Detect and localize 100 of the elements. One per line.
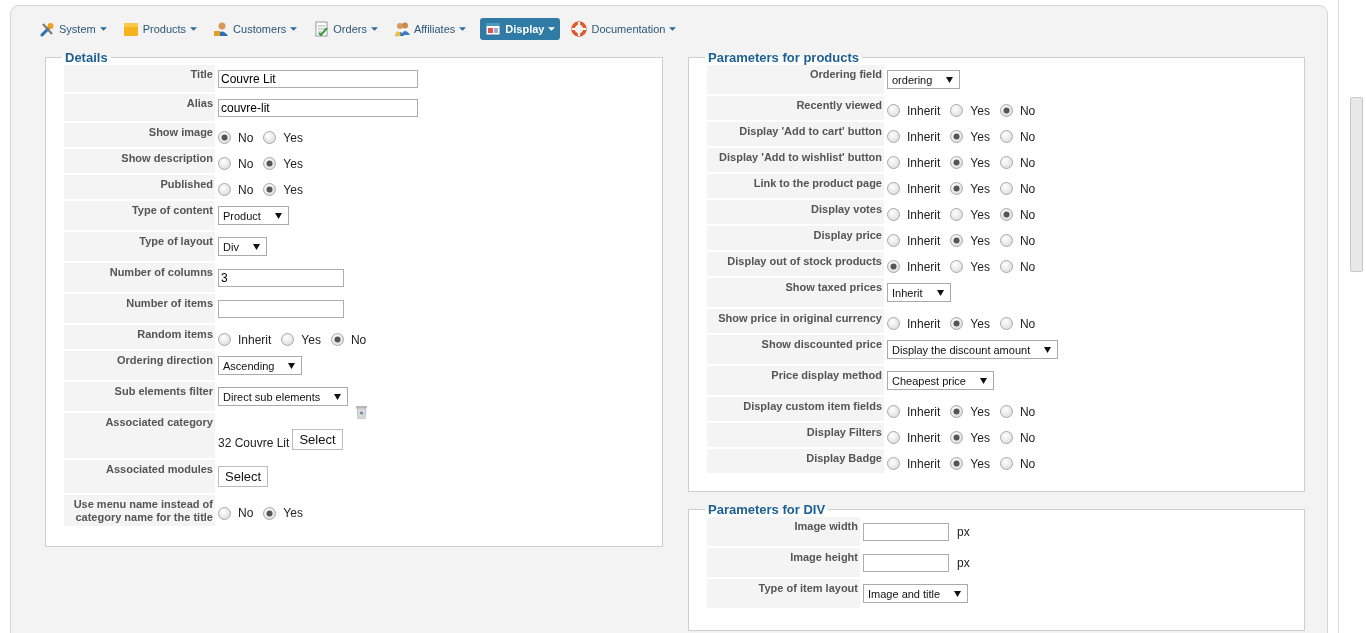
radio-button[interactable] — [999, 260, 1013, 273]
select-button[interactable]: Select — [292, 429, 343, 450]
field-label: Ordering direction — [116, 354, 213, 367]
radio-button[interactable] — [263, 157, 277, 170]
radio-button[interactable] — [950, 405, 964, 418]
option-label: Yes — [970, 233, 990, 248]
radio-button[interactable] — [218, 506, 231, 520]
field-label: Display votes — [810, 203, 882, 216]
document-icon — [313, 21, 330, 37]
radio-button[interactable] — [950, 317, 964, 330]
radio-button[interactable] — [887, 234, 900, 247]
wrench-icon — [39, 21, 55, 37]
select-button[interactable]: Select — [218, 466, 269, 487]
radio-button[interactable] — [218, 333, 231, 346]
option-label: No — [1019, 207, 1036, 222]
radio-button[interactable] — [950, 104, 964, 117]
radio-button[interactable] — [263, 183, 277, 196]
radio-button[interactable] — [263, 131, 277, 144]
radio-button[interactable] — [263, 506, 277, 520]
radio-button[interactable] — [887, 104, 900, 117]
dropdown[interactable]: Direct sub elements — [218, 387, 349, 406]
dropdown[interactable]: Cheapest price — [887, 371, 994, 390]
field-label: Display price — [812, 229, 882, 242]
radio-button[interactable] — [218, 131, 231, 144]
dropdown[interactable]: ordering — [887, 70, 961, 89]
caret-icon — [548, 27, 556, 31]
input-field[interactable]: 3 — [218, 268, 344, 287]
scrollbar[interactable] — [1338, 0, 1366, 633]
caret-icon — [190, 27, 198, 31]
radio-button[interactable] — [999, 182, 1013, 195]
radio-button[interactable] — [887, 182, 900, 195]
radio-button[interactable] — [887, 431, 900, 444]
dropdown[interactable]: Ascending — [218, 356, 303, 375]
radio-button[interactable] — [999, 104, 1013, 117]
menu-item[interactable]: Affiliates — [391, 18, 472, 40]
menu-item[interactable]: Documentation — [569, 18, 682, 40]
option-label: Inherit — [907, 316, 941, 331]
menu-item[interactable]: Products — [120, 18, 203, 40]
radio-button[interactable] — [999, 156, 1013, 169]
radio-button[interactable] — [950, 457, 964, 470]
radio-button[interactable] — [999, 457, 1013, 470]
radio-button[interactable] — [887, 260, 900, 273]
dropdown-arrow-icon — [252, 243, 260, 250]
radio-button[interactable] — [887, 457, 900, 470]
radio-button[interactable] — [950, 260, 964, 273]
dropdown[interactable]: Display the discount amount — [887, 340, 1059, 359]
field-label: Display 'Add to wishlist' button — [718, 151, 882, 164]
field-label: Associated modules — [105, 463, 213, 476]
dropdown-arrow-icon — [288, 362, 296, 369]
scrollbar-thumb[interactable] — [1350, 97, 1363, 272]
dropdown-arrow-icon — [946, 76, 954, 83]
dropdown-arrow-icon — [274, 212, 282, 219]
dropdown[interactable]: Image and title — [863, 584, 969, 603]
field-label: Published — [159, 178, 213, 191]
field-label: Type of item layout — [757, 582, 858, 595]
input-field[interactable] — [863, 553, 949, 572]
field-label: Sub elements filter — [113, 385, 213, 398]
menu-item[interactable]: Customers — [211, 18, 303, 40]
dropdown[interactable]: Product — [218, 206, 289, 225]
menu-item[interactable]: Orders — [311, 18, 383, 40]
input-field[interactable]: couvre-lit — [218, 98, 418, 117]
field-label: Show description — [120, 152, 213, 165]
input-field[interactable]: Couvre Lit — [218, 69, 418, 88]
radio-button[interactable] — [999, 234, 1013, 247]
input-field[interactable] — [863, 522, 949, 541]
radio-button[interactable] — [950, 208, 964, 221]
radio-button[interactable] — [999, 130, 1013, 143]
menu-item[interactable]: Display — [480, 18, 561, 40]
field-label: Number of items — [125, 297, 213, 310]
radio-button[interactable] — [887, 156, 900, 169]
radio-button[interactable] — [950, 234, 964, 247]
field-label: Image height — [789, 551, 858, 564]
trash-icon[interactable] — [355, 405, 367, 419]
radio-button[interactable] — [218, 157, 231, 170]
radio-button[interactable] — [950, 156, 964, 169]
radio-button[interactable] — [999, 208, 1013, 221]
radio-button[interactable] — [887, 208, 900, 221]
option-label: No — [1019, 259, 1036, 274]
radio-button[interactable] — [950, 130, 964, 143]
option-label: Yes — [970, 155, 990, 170]
radio-button[interactable] — [887, 405, 900, 418]
radio-button[interactable] — [887, 130, 900, 143]
dropdown-arrow-icon — [334, 393, 342, 400]
dropdown[interactable]: Inherit — [887, 283, 951, 302]
radio-button[interactable] — [218, 183, 231, 196]
radio-button[interactable] — [999, 405, 1013, 418]
field-label: Ordering field — [808, 68, 882, 81]
radio-button[interactable] — [330, 333, 344, 346]
radio-button[interactable] — [999, 317, 1013, 330]
radio-button[interactable] — [950, 182, 964, 195]
option-label: Inherit — [907, 233, 941, 248]
radio-button[interactable] — [887, 317, 900, 330]
dropdown[interactable]: Div — [218, 237, 267, 256]
radio-button[interactable] — [999, 431, 1013, 444]
menu-item[interactable]: System — [37, 18, 112, 40]
radio-button[interactable] — [281, 333, 295, 346]
field-label: Show image — [147, 126, 213, 139]
radio-button[interactable] — [950, 431, 964, 444]
input-field[interactable] — [218, 299, 344, 318]
option-label: No — [1019, 233, 1036, 248]
